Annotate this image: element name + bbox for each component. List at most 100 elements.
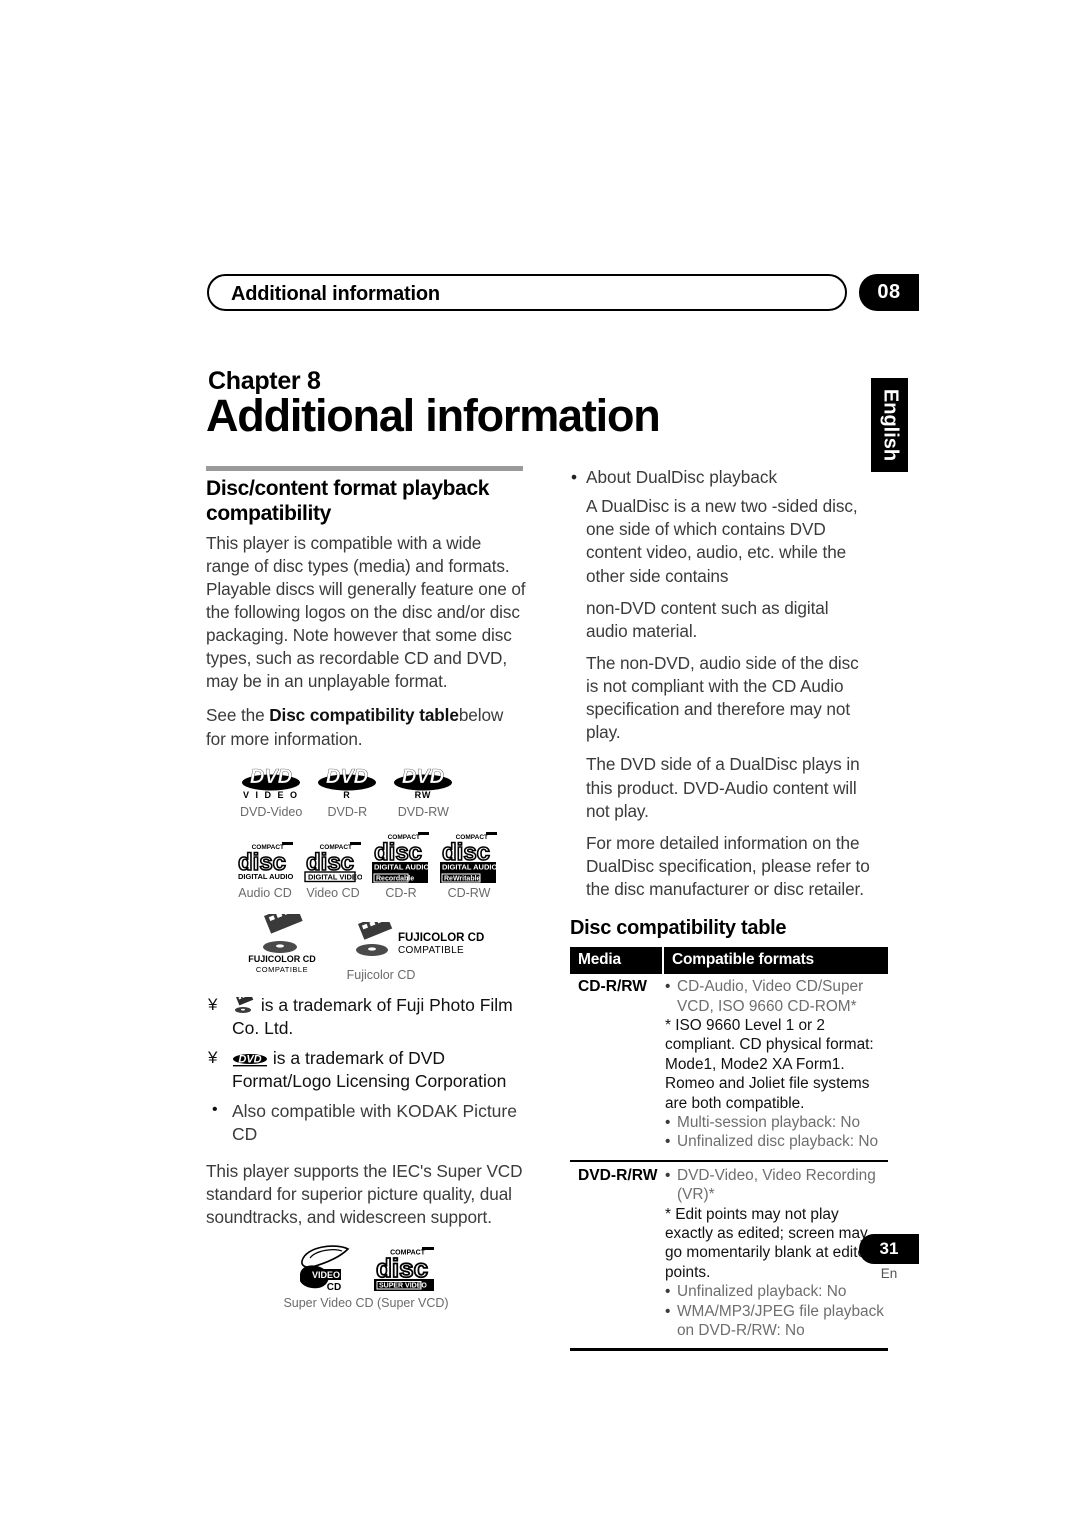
logo-caption: DVD-R xyxy=(327,804,368,819)
svcd-caption: Super Video CD (Super VCD) xyxy=(283,1295,449,1310)
format-bullet-list: • DVD-Video, Video Recording (VR)* xyxy=(665,1166,886,1205)
dualdisc-heading-text: About DualDisc playback xyxy=(586,467,778,487)
logo-caption: Audio CD xyxy=(238,885,292,900)
dualdisc-paragraph: The DVD side of a DualDisc plays in this… xyxy=(586,754,860,821)
logo-video-cd-swirl: VIDEO CD xyxy=(296,1241,356,1293)
bullet-dot: • xyxy=(212,1101,218,1119)
fujicolor-logo-inline: FUJICOLOR CD COMPATIBLE xyxy=(344,921,484,962)
cd-band-label: DIGITAL AUDIO xyxy=(442,862,497,871)
logo-audio-cd: COMPACT disc DIGITAL AUDIO Audio CD xyxy=(236,841,294,900)
bullet-dot: • xyxy=(665,1113,671,1131)
running-header-bar: Additional information xyxy=(207,274,847,311)
format-bullet-list: • CD-Audio, Video CD/Super VCD, ISO 9660… xyxy=(665,977,886,1016)
fujicolor-logo-stacked: FUJICOLOR CD COMPATIBLE xyxy=(236,913,328,976)
compact-disc-recordable-icon: COMPACT disc DIGITAL AUDIO Recordable xyxy=(372,831,429,883)
svcd-paragraph: This player supports the IEC's Super VCD… xyxy=(206,1161,523,1228)
dualdisc-paragraph: A DualDisc is a new two -sided disc, one… xyxy=(586,496,858,586)
format-bullet-text: DVD-Video, Video Recording (VR)* xyxy=(677,1166,876,1204)
fujicolor-line2: COMPATIBLE xyxy=(398,945,464,956)
format-bullet: • Unfinalized disc playback: No xyxy=(665,1132,886,1151)
svcd-video-label: VIDEO xyxy=(312,1270,340,1280)
table-heading: Disc compatibility table xyxy=(570,917,787,940)
logo-caption: DVD-Video xyxy=(240,804,303,819)
svg-text:DVD: DVD xyxy=(402,766,444,788)
dualdisc-paragraphs: A DualDisc is a new two -sided disc, one… xyxy=(570,495,870,901)
fujicolor-line1: FUJICOLOR CD xyxy=(248,954,316,964)
dualdisc-paragraph: The non-DVD, audio side of the disc is n… xyxy=(586,652,859,743)
svcd-cd-label: CD xyxy=(327,1282,341,1293)
language-side-tab-label: English xyxy=(879,388,901,462)
logo-dvd-r: DVD R DVD-R xyxy=(316,762,378,819)
compact-disc-rewritable-icon: COMPACT disc DIGITAL AUDIO ReWritable xyxy=(440,831,497,883)
table-row: CD-R/RW • CD-Audio, Video CD/Super VCD, … xyxy=(570,974,888,1161)
format-bullet-text: Unfinalized disc playback: No xyxy=(677,1133,879,1151)
intro-paragraph: This player is compatible with a wide ra… xyxy=(206,532,526,692)
logo-cd-r: COMPACT disc DIGITAL AUDIO Recordable CD… xyxy=(372,831,430,900)
video-cd-swirl-icon: VIDEO CD xyxy=(300,1244,350,1293)
trademark-note-list: ¥ is a trademark of Fuji Photo Film Co. xyxy=(206,994,526,1147)
dualdisc-paragraph: non-DVD content such as digital audio ma… xyxy=(586,597,829,641)
cd-band-label: SUPER VIDEO xyxy=(379,1282,427,1289)
document-page: Additional information 08 English Chapte… xyxy=(0,0,1080,1528)
left-column: Disc/content format playback compatibili… xyxy=(206,466,526,1310)
bullet-dot: • xyxy=(665,1166,671,1184)
cd-band-label: DIGITAL AUDIO xyxy=(374,862,429,871)
compact-disc-super-video-icon: COMPACT disc SUPER VIDEO xyxy=(374,1246,434,1291)
compact-disc-digital-audio-icon: COMPACT disc DIGITAL AUDIO xyxy=(237,841,293,881)
fujicolor-mark-icon xyxy=(232,996,256,1014)
table-col-media: Media xyxy=(570,947,664,975)
format-bullet-list-after: • Multi-session playback: No • Unfinaliz… xyxy=(665,1113,886,1152)
format-bullet: • Unfinalized playback: No xyxy=(665,1282,886,1301)
dvd-sub-video: V I D E O xyxy=(243,790,299,800)
section-rule xyxy=(206,466,523,471)
kodak-note-text: Also compatible with KODAK Picture CD xyxy=(232,1101,517,1145)
cd-logo-group: COMPACT disc DIGITAL AUDIO Audio CD COMP… xyxy=(236,831,526,900)
cd-word: disc xyxy=(376,1253,428,1283)
svg-text:DVD: DVD xyxy=(238,1053,261,1065)
fujicolor-cd-compatible-icon: FUJICOLOR CD COMPATIBLE xyxy=(356,921,484,956)
trademark-note-dvd: ¥ DVD is a trademark of DVD Format/Logo … xyxy=(206,1047,526,1093)
bullet-dot: • xyxy=(665,978,671,996)
trademark-note-text: is a trademark of Fuji Photo Film Co. Lt… xyxy=(232,994,513,1038)
format-bullet: • DVD-Video, Video Recording (VR)* xyxy=(665,1166,886,1205)
bullet-dot: • xyxy=(665,1302,671,1320)
table-header-row: Media Compatible formats xyxy=(570,947,888,975)
format-bullet: • Multi-session playback: No xyxy=(665,1113,886,1132)
cd-band-label: DIGITAL AUDIO xyxy=(238,872,293,881)
format-bullet-list-after: • Unfinalized playback: No • WMA/MP3/JPE… xyxy=(665,1282,886,1340)
format-note: * ISO 9660 Level 1 or 2 compliant. CD ph… xyxy=(665,1016,874,1112)
svcd-logo-group: VIDEO CD COMPACT disc SUPER VIDEO Super xyxy=(206,1241,526,1310)
cd-band-label: DIGITAL VIDEO xyxy=(308,872,362,881)
table-col-formats: Compatible formats xyxy=(663,947,888,975)
format-bullet-text: WMA/MP3/JPEG file playback on DVD-R/RW: … xyxy=(677,1302,884,1340)
bullet-dot: • xyxy=(665,1283,671,1301)
dvd-r-logo-icon: DVD R xyxy=(318,766,377,800)
format-bullet: • CD-Audio, Video CD/Super VCD, ISO 9660… xyxy=(665,977,886,1016)
format-bullet: • WMA/MP3/JPEG file playback on DVD-R/RW… xyxy=(665,1302,886,1341)
svg-text:DVD: DVD xyxy=(326,766,368,788)
right-column: • About DualDisc playback A DualDisc is … xyxy=(570,466,888,1352)
format-bullet-text: Multi-session playback: No xyxy=(677,1113,861,1131)
running-header-title: Additional information xyxy=(231,283,440,305)
logo-video-cd: COMPACT disc DIGITAL VIDEO Video CD xyxy=(304,841,362,900)
see-table-bold: Disc compatibility table xyxy=(269,705,459,726)
logo-caption: CD-R xyxy=(385,885,417,900)
table-cell-formats: • CD-Audio, Video CD/Super VCD, ISO 9660… xyxy=(663,974,888,1161)
logo-compact-disc-super-video: COMPACT disc SUPER VIDEO xyxy=(374,1245,436,1293)
dualdisc-section: • About DualDisc playback xyxy=(570,466,870,489)
fujicolor-cd-mark-icon: FUJICOLOR CD COMPATIBLE xyxy=(248,913,316,974)
fujicolor-line2: COMPATIBLE xyxy=(256,965,308,974)
logo-dvd-rw: DVD RW DVD-RW xyxy=(392,762,454,819)
dvd-video-logo-icon: DVD V I D E O xyxy=(242,766,300,800)
dualdisc-heading-item: • About DualDisc playback xyxy=(570,466,870,489)
format-note: * Edit points may not play exactly as ed… xyxy=(665,1205,875,1281)
svg-text:DVD: DVD xyxy=(250,766,292,788)
yen-bullet: ¥ xyxy=(208,1047,218,1067)
page-number-badge: 31 xyxy=(859,1234,919,1264)
dvd-sub-rw: RW xyxy=(415,790,432,800)
yen-bullet: ¥ xyxy=(208,994,218,1014)
disc-compatibility-table: Media Compatible formats CD-R/RW • CD-Au… xyxy=(570,947,888,1352)
logo-caption: Video CD xyxy=(306,885,360,900)
bullet-dot: • xyxy=(571,467,578,487)
dualdisc-paragraph: For more detailed information on the Dua… xyxy=(586,832,870,899)
